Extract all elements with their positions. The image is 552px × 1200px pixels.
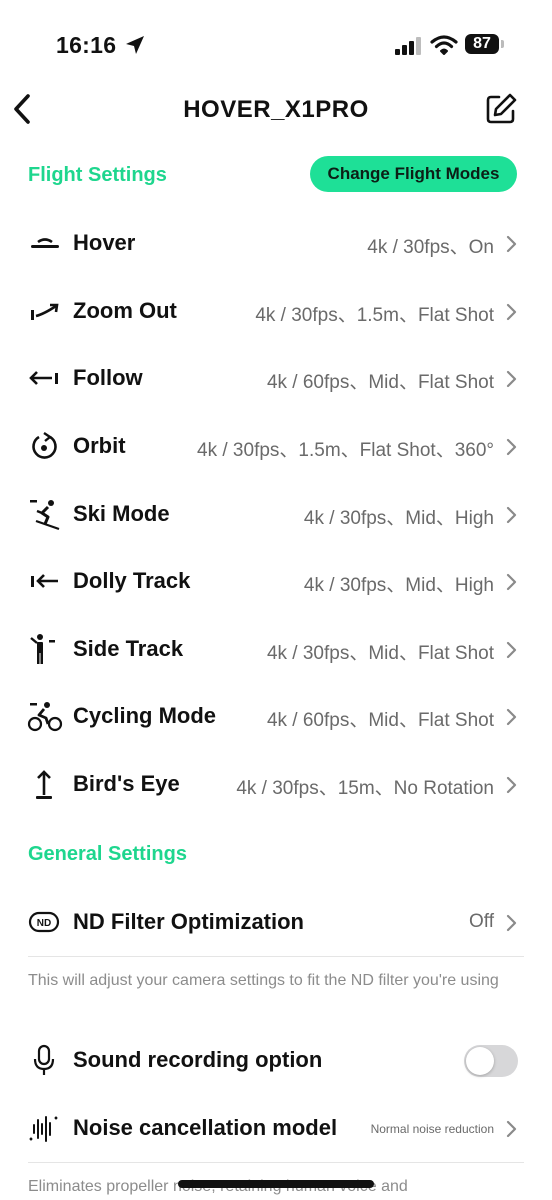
- chevron-right-icon: [506, 506, 517, 524]
- nd-filter-value: Off: [469, 911, 494, 932]
- flight-mode-row-ski-mode[interactable]: Ski Mode 4k / 30fps、Mid、High: [0, 484, 552, 544]
- edit-icon[interactable]: [484, 92, 518, 126]
- flight-mode-row-dolly-track[interactable]: Dolly Track 4k / 30fps、Mid、High: [0, 551, 552, 611]
- noise-cancellation-value: Normal noise reduction: [370, 1122, 494, 1136]
- birds-eye-icon: [36, 770, 52, 799]
- sound-recording-toggle[interactable]: [464, 1045, 518, 1077]
- chevron-right-icon: [506, 370, 517, 388]
- flight-mode-value: 4k / 30fps、15m、No Rotation: [236, 778, 494, 799]
- svg-text:ND: ND: [37, 918, 51, 929]
- chevron-right-icon: [506, 303, 517, 321]
- flight-mode-row-follow[interactable]: Follow 4k / 60fps、Mid、Flat Shot: [0, 348, 552, 408]
- chevron-right-icon: [506, 235, 517, 253]
- flight-mode-row-side-track[interactable]: Side Track 4k / 30fps、Mid、Flat Shot: [0, 619, 552, 679]
- microphone-icon: [33, 1044, 55, 1075]
- zoom-out-icon: [31, 303, 59, 320]
- flight-mode-label: Ski Mode: [73, 501, 170, 526]
- battery-indicator: 87: [465, 34, 499, 54]
- divider: [28, 956, 524, 957]
- noise-cancellation-row[interactable]: Noise cancellation model Normal noise re…: [0, 1098, 552, 1158]
- flight-mode-value: 4k / 30fps、1.5m、Flat Shot、360°: [197, 440, 494, 461]
- flight-mode-value: 4k / 30fps、1.5m、Flat Shot: [255, 305, 494, 326]
- location-arrow-icon: [126, 36, 144, 54]
- chevron-right-icon: [506, 438, 517, 456]
- cycling-icon: [27, 702, 63, 732]
- flight-mode-value: 4k / 60fps、Mid、Flat Shot: [266, 372, 494, 393]
- hover-icon: [31, 238, 59, 248]
- status-time: 16:16: [56, 32, 117, 58]
- general-settings-title: General Settings: [28, 843, 187, 865]
- flight-mode-label: Side Track: [73, 636, 184, 661]
- flight-settings-title: Flight Settings: [28, 164, 167, 186]
- chevron-right-icon: [506, 1120, 517, 1138]
- noise-cancellation-icon: [29, 1116, 58, 1142]
- flight-mode-row-hover[interactable]: Hover 4k / 30fps、On: [0, 213, 552, 273]
- flight-mode-label: Bird's Eye: [73, 771, 180, 796]
- nd-filter-note: This will adjust your camera settings to…: [28, 972, 499, 989]
- flight-mode-label: Zoom Out: [73, 298, 177, 323]
- flight-mode-label: Follow: [73, 365, 143, 390]
- chevron-right-icon: [506, 573, 517, 591]
- nd-filter-icon: ND: [28, 911, 60, 933]
- flight-mode-value: 4k / 60fps、Mid、Flat Shot: [266, 710, 494, 731]
- dolly-track-icon: [31, 574, 58, 588]
- change-flight-modes-button[interactable]: Change Flight Modes: [310, 156, 517, 192]
- home-indicator: [178, 1180, 374, 1188]
- flight-mode-row-orbit[interactable]: Orbit 4k / 30fps、1.5m、Flat Shot、360°: [0, 416, 552, 476]
- sound-recording-label: Sound recording option: [73, 1047, 323, 1072]
- follow-icon: [29, 371, 58, 385]
- status-bar: 16:16 87: [0, 0, 552, 80]
- chevron-right-icon: [506, 914, 517, 932]
- ski-icon: [30, 500, 60, 531]
- chevron-right-icon: [506, 776, 517, 794]
- flight-mode-label: Cycling Mode: [73, 703, 217, 728]
- page-title: HOVER_X1PRO: [183, 96, 369, 123]
- toggle-knob: [466, 1047, 494, 1075]
- flight-mode-row-zoom-out[interactable]: Zoom Out 4k / 30fps、1.5m、Flat Shot: [0, 281, 552, 341]
- side-track-icon: [30, 634, 55, 664]
- flight-mode-row-cycling-mode[interactable]: Cycling Mode 4k / 60fps、Mid、Flat Shot: [0, 686, 552, 746]
- flight-mode-label: Dolly Track: [73, 568, 191, 593]
- nd-filter-row[interactable]: ND ND Filter Optimization Off: [0, 892, 552, 952]
- nd-filter-label: ND Filter Optimization: [73, 909, 304, 934]
- flight-mode-label: Hover: [73, 230, 136, 255]
- flight-mode-value: 4k / 30fps、Mid、High: [303, 575, 494, 596]
- flight-mode-value: 4k / 30fps、Mid、High: [303, 508, 494, 529]
- battery-cap: [501, 40, 504, 48]
- chevron-right-icon: [506, 708, 517, 726]
- flight-mode-row-birds-eye[interactable]: Bird's Eye 4k / 30fps、15m、No Rotation: [0, 754, 552, 814]
- chevron-right-icon: [506, 641, 517, 659]
- flight-mode-value: 4k / 30fps、Mid、Flat Shot: [266, 643, 494, 664]
- noise-cancellation-label: Noise cancellation model: [73, 1115, 338, 1140]
- wifi-icon: [430, 35, 458, 55]
- orbit-icon: [32, 432, 57, 459]
- divider: [28, 1162, 524, 1163]
- flight-mode-label: Orbit: [73, 433, 126, 458]
- flight-mode-value: 4k / 30fps、On: [367, 237, 494, 258]
- cellular-signal-icon: [395, 37, 421, 55]
